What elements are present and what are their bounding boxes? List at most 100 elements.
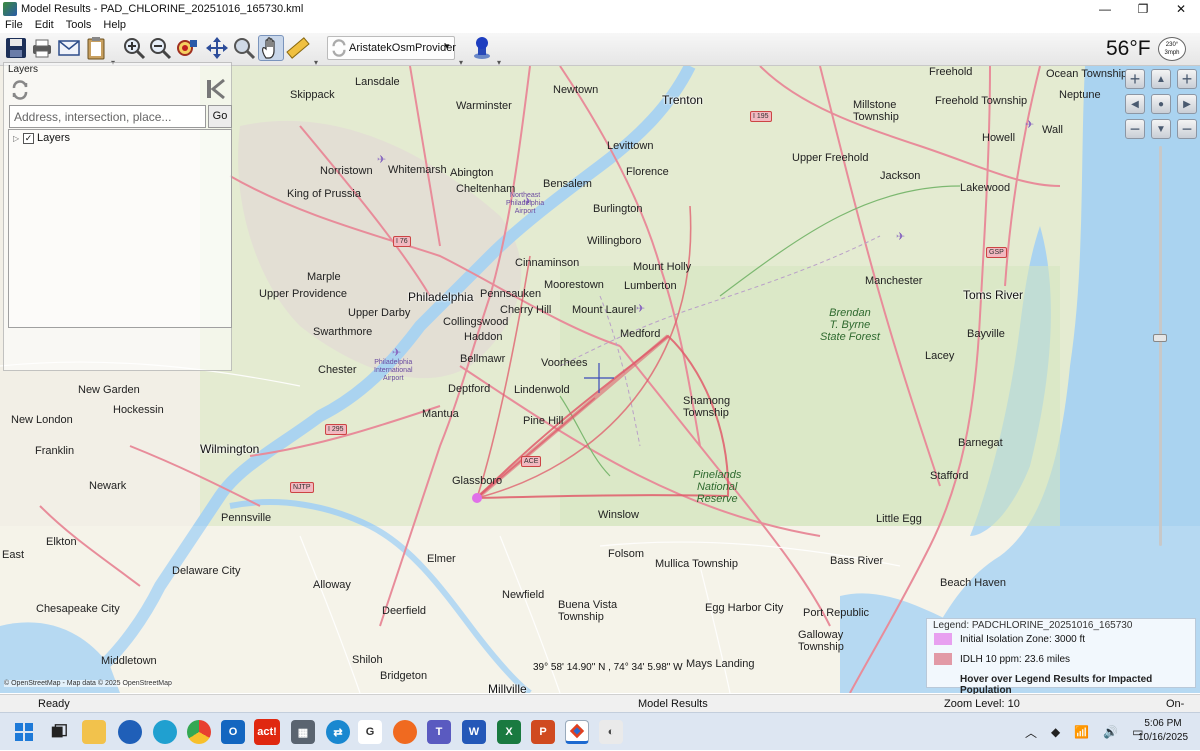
- map-place-label: Beach Haven: [940, 577, 1007, 589]
- firefox-icon[interactable]: [393, 720, 417, 744]
- idlh-swatch: [934, 653, 952, 665]
- menu-tools[interactable]: Tools: [66, 18, 92, 33]
- status-ready: Ready: [38, 698, 70, 710]
- menu-edit[interactable]: Edit: [35, 18, 54, 33]
- email-icon: [58, 40, 80, 56]
- zoom-out-map-button-2[interactable]: −: [1177, 119, 1197, 139]
- pan-left-button[interactable]: ◀: [1125, 94, 1145, 114]
- legend-panel[interactable]: Legend: PADCHLORINE_20251016_165730 Init…: [926, 618, 1196, 696]
- map-place-label: Howell: [982, 132, 1016, 144]
- zoom-out-map-button[interactable]: −: [1125, 119, 1145, 139]
- wifi-icon[interactable]: 📶: [1074, 725, 1089, 739]
- save-button[interactable]: [3, 35, 29, 61]
- excel-icon[interactable]: X: [497, 720, 521, 744]
- layers-panel: Layers Go ▷ ✓ Layers: [3, 62, 232, 371]
- highway-shield: I 195: [750, 111, 772, 122]
- legend-item-idlh[interactable]: IDLH 10 ppm: 23.6 miles: [934, 653, 1070, 665]
- start-icon[interactable]: [12, 720, 36, 744]
- measure-button[interactable]: [285, 35, 311, 61]
- pan-center-button[interactable]: ●: [1151, 94, 1171, 114]
- map-place-label: Stafford: [930, 470, 969, 482]
- pan-up-button[interactable]: ▲: [1151, 69, 1171, 89]
- expand-icon[interactable]: ▷: [13, 134, 23, 143]
- map-place-label: Millville: [488, 682, 527, 693]
- minimize-button[interactable]: —: [1086, 0, 1124, 18]
- legend-item-isolation[interactable]: Initial Isolation Zone: 3000 ft: [934, 633, 1085, 645]
- map-place-label: Upper Providence: [259, 288, 348, 300]
- map-place-label: Lansdale: [355, 76, 400, 88]
- pinned-app-icon[interactable]: ◐: [599, 720, 623, 744]
- menu-file[interactable]: File: [5, 18, 23, 33]
- layer-checkbox[interactable]: ✓: [23, 132, 34, 144]
- report-button[interactable]: [83, 35, 109, 61]
- wind-indicator[interactable]: 230° 3mph: [1158, 37, 1186, 61]
- clock[interactable]: 5:06 PM 10/16/2025: [1130, 717, 1196, 745]
- map-place-label: Mullica Township: [655, 558, 738, 570]
- word-icon[interactable]: W: [462, 720, 486, 744]
- map-attribution[interactable]: © OpenStreetMap - Map data © 2025 OpenSt…: [4, 680, 172, 687]
- pan-down-button[interactable]: ▼: [1151, 119, 1171, 139]
- toolbar-overflow-3[interactable]: ▾: [459, 59, 465, 67]
- map-place-label: Upper Darby: [348, 307, 411, 319]
- print-button[interactable]: [29, 35, 55, 61]
- map-place-label: Abington: [450, 167, 494, 179]
- pan-button[interactable]: [204, 35, 230, 61]
- map-place-label: Collingswood: [443, 316, 509, 328]
- restore-button[interactable]: ❐: [1124, 0, 1162, 18]
- pin-button[interactable]: [469, 35, 495, 61]
- toolbar-overflow-4[interactable]: ▾: [497, 59, 503, 67]
- zoom-in-map-button-2[interactable]: +: [1177, 69, 1197, 89]
- outlook-icon[interactable]: O: [221, 720, 245, 744]
- zoom-in-button[interactable]: [121, 35, 147, 61]
- dropbox-icon[interactable]: ◆: [1051, 725, 1060, 739]
- teamviewer-icon[interactable]: ⇄: [326, 720, 350, 744]
- teams-icon[interactable]: T: [427, 720, 451, 744]
- refresh-icon[interactable]: [10, 80, 30, 100]
- map-place-label: Pennsville: [221, 512, 272, 524]
- hand-tool-button[interactable]: [258, 35, 284, 61]
- act-icon[interactable]: act!: [254, 719, 280, 745]
- map-place-label: Delaware City: [172, 565, 241, 577]
- edge-icon[interactable]: [153, 720, 177, 744]
- clock-date: 10/16/2025: [1137, 732, 1189, 743]
- layer-tree-item[interactable]: ▷ ✓ Layers: [13, 132, 70, 144]
- zoom-slider-thumb[interactable]: [1153, 334, 1167, 342]
- temperature-readout[interactable]: 56°F: [1106, 35, 1151, 63]
- g-app-icon[interactable]: G: [358, 720, 382, 744]
- airport-label: Philadelphia International Airport: [374, 359, 413, 382]
- pan-right-button[interactable]: ▶: [1177, 94, 1197, 114]
- map-place-label: Millstone Township: [853, 99, 899, 123]
- toolbar-overflow-2[interactable]: ▾: [314, 59, 320, 67]
- menu-help[interactable]: Help: [103, 18, 126, 33]
- map-place-label: Port Republic: [803, 607, 870, 619]
- aristatek-app-icon[interactable]: [565, 720, 589, 744]
- plus-icon: +: [1181, 69, 1193, 89]
- magnify-button[interactable]: [231, 35, 257, 61]
- close-button[interactable]: ✕: [1162, 0, 1200, 18]
- zoom-extent-button[interactable]: [174, 35, 200, 61]
- map-provider-select[interactable]: AristatekOsmProvider ▼: [327, 36, 456, 60]
- zoom-out-button[interactable]: [147, 35, 173, 61]
- edge-icon-1[interactable]: [118, 720, 142, 744]
- map-place-label: Alloway: [313, 579, 351, 591]
- chrome-icon[interactable]: [187, 720, 211, 744]
- map-place-label: Pine Hill: [523, 415, 564, 427]
- file-explorer-icon[interactable]: [82, 720, 106, 744]
- svg-text:✈: ✈: [392, 346, 401, 359]
- zoom-slider-track[interactable]: [1159, 146, 1162, 546]
- go-button[interactable]: Go: [208, 105, 232, 128]
- volume-icon[interactable]: 🔊: [1103, 725, 1118, 739]
- email-button[interactable]: [56, 35, 82, 61]
- map-place-label: Skippack: [290, 89, 335, 101]
- legend-item-label: Initial Isolation Zone: 3000 ft: [960, 633, 1086, 645]
- minus-icon: −: [1129, 119, 1141, 139]
- task-view-icon[interactable]: [47, 720, 71, 744]
- collapse-panel-icon[interactable]: [204, 77, 228, 101]
- address-search-input[interactable]: [9, 105, 206, 128]
- powerpoint-icon[interactable]: P: [531, 720, 555, 744]
- map-place-label: Willingboro: [587, 235, 642, 247]
- calculator-icon[interactable]: ▦: [291, 720, 315, 744]
- chevron-up-icon[interactable]: ︿: [1025, 724, 1037, 741]
- zoom-in-map-button[interactable]: +: [1125, 69, 1145, 89]
- map-place-label: Lakewood: [960, 182, 1011, 194]
